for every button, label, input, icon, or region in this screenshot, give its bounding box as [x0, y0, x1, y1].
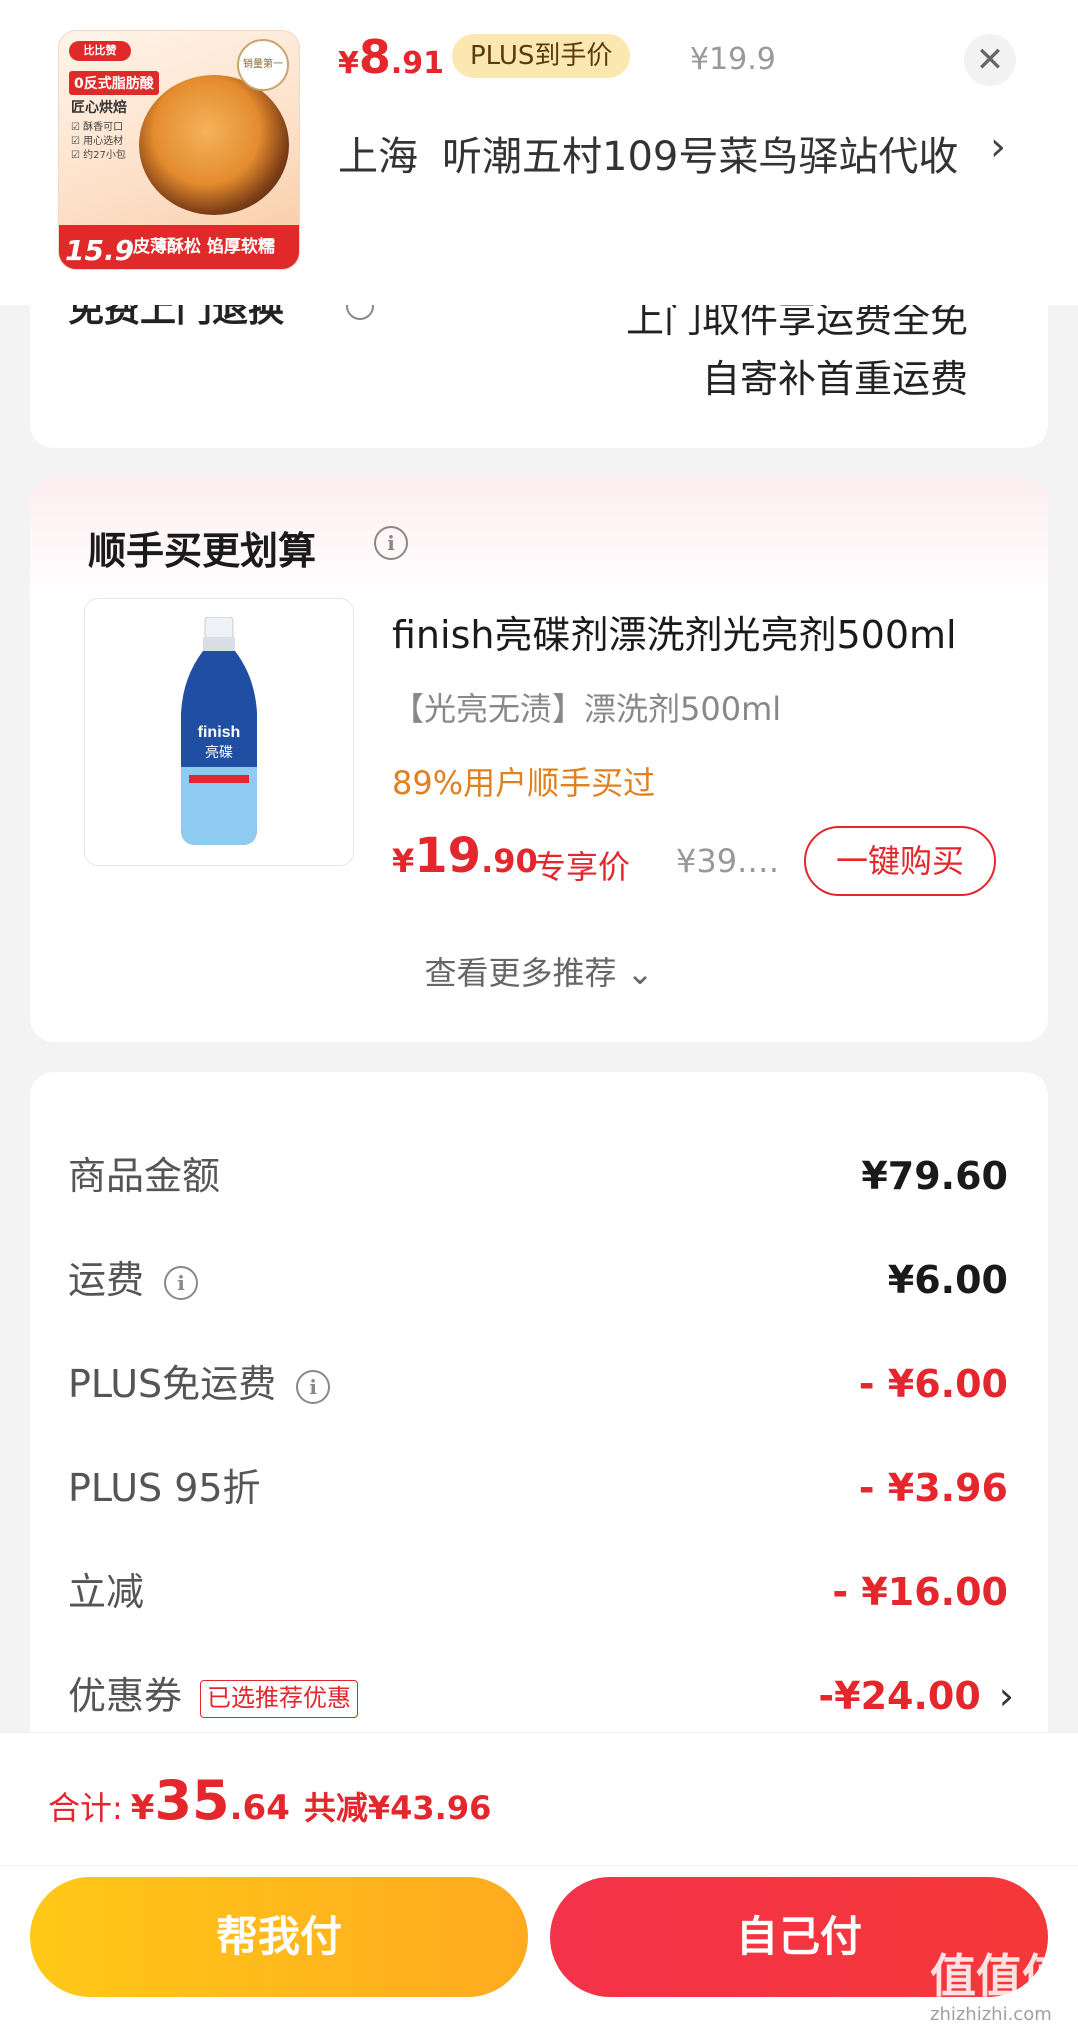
thumb-feature: ☑ 约27小包	[71, 150, 126, 161]
info-icon[interactable]: i	[164, 1265, 199, 1300]
thumb-feature: ☑ 酥香可口	[71, 122, 124, 133]
address-city: 上海	[338, 134, 418, 180]
price-summary-card: 商品金额 ¥79.60 运费 i ¥6.00 PLUS免运费 i - ¥6.00 P…	[30, 1072, 1048, 1772]
row-value: ¥6.00	[887, 1258, 1008, 1302]
row-label: PLUS 95折	[68, 1466, 261, 1510]
row-value: -¥24.00	[818, 1674, 981, 1718]
address-detail: 听潮五村109号菜鸟驿站代收	[442, 134, 959, 180]
close-icon[interactable]: ✕	[964, 34, 1016, 86]
product-original-price: ¥39.…	[676, 842, 780, 880]
watermark-logo: 值值值	[930, 1949, 1068, 2003]
row-value: - ¥3.96	[858, 1466, 1008, 1510]
coupon-selected-tag: 已选推荐优惠	[200, 1679, 359, 1718]
price-decimal: .91	[390, 46, 445, 81]
summary-row-coupon[interactable]: 优惠券 已选推荐优惠 -¥24.00 ›	[68, 1666, 1014, 1726]
currency-symbol: ¥	[338, 46, 359, 81]
bottle-sub: 亮碟	[205, 744, 233, 761]
original-price: ¥19.9	[690, 42, 776, 77]
product-header: 比比赞 0反式脂肪酸 匠心烘焙 ☑ 酥香可口 ☑ 用心选材 ☑ 约27小包 销量…	[0, 0, 1078, 305]
product-price: ¥19.90	[392, 828, 538, 884]
recommend-title: 顺手买更划算	[88, 529, 317, 573]
total-decimal: .64	[229, 1788, 290, 1828]
row-label: PLUS免运费	[68, 1362, 277, 1406]
row-label: 优惠券	[68, 1674, 183, 1718]
info-icon[interactable]: i	[374, 526, 408, 560]
summary-row-plus-free-ship: PLUS免运费 i - ¥6.00	[68, 1354, 1008, 1414]
row-value-wrap: -¥24.00 ›	[818, 1666, 1014, 1726]
finish-bottle-image: finish 亮碟	[181, 617, 257, 845]
chevron-right-icon[interactable]: ›	[990, 124, 1006, 170]
recommend-card: 顺手买更划算 i finish 亮碟 finish亮碟剂漂洗剂光亮剂500ml …	[30, 478, 1048, 1042]
row-label-wrap: 运费 i	[68, 1250, 199, 1310]
price-integer: 19	[414, 828, 482, 884]
see-more-recommendations[interactable]: 查看更多推荐 ⌄	[30, 948, 1048, 994]
product-thumbnail[interactable]: 比比赞 0反式脂肪酸 匠心烘焙 ☑ 酥香可口 ☑ 用心选材 ☑ 约27小包 销量…	[58, 30, 300, 270]
thumb-tag-trans-fat: 0反式脂肪酸	[69, 71, 159, 95]
product-name[interactable]: finish亮碟剂漂洗剂光亮剂500ml	[392, 604, 957, 659]
thumb-feature-list: ☑ 酥香可口 ☑ 用心选材 ☑ 约27小包	[71, 121, 126, 163]
price-integer: 8	[358, 30, 391, 84]
row-label: 立减	[68, 1570, 145, 1614]
currency-symbol: ¥	[130, 1788, 155, 1828]
checkout-bar: 合计: ¥35.64 共减¥43.96 帮我付 自己付	[0, 1732, 1078, 2037]
bottle-brand: finish	[198, 724, 241, 741]
exclusive-price-label: 专享价	[534, 848, 631, 886]
sales-badge: 销量第一	[237, 39, 289, 91]
summary-row-plus-discount: PLUS 95折 - ¥3.96	[68, 1458, 1008, 1518]
price-decimal: .90	[481, 842, 538, 880]
product-spec: 【光亮无渍】漂洗剂500ml	[392, 690, 782, 728]
info-icon[interactable]: i	[296, 1369, 331, 1404]
help-pay-button[interactable]: 帮我付	[30, 1877, 528, 1997]
row-value: - ¥6.00	[858, 1362, 1008, 1406]
one-click-buy-button[interactable]: 一键购买	[804, 826, 996, 896]
row-label: 运费	[68, 1258, 145, 1302]
row-value: ¥79.60	[861, 1154, 1008, 1198]
row-label-wrap: PLUS免运费 i	[68, 1354, 331, 1414]
thumb-feature: ☑ 用心选材	[71, 136, 124, 147]
summary-row-goods: 商品金额 ¥79.60	[68, 1146, 1008, 1206]
thumb-price: 15.9	[65, 234, 135, 267]
product-image[interactable]: finish 亮碟	[84, 598, 354, 866]
chevron-right-icon[interactable]: ›	[999, 1674, 1014, 1718]
currency-symbol: ¥	[392, 842, 415, 880]
divider	[0, 1865, 1078, 1866]
delivery-address[interactable]: 上海 听潮五村109号菜鸟驿站代收	[338, 124, 958, 182]
thumb-tag-craft: 匠心烘焙	[71, 100, 127, 116]
row-label-wrap: 优惠券 已选推荐优惠	[68, 1666, 359, 1726]
summary-row-shipping: 运费 i ¥6.00	[68, 1250, 1008, 1310]
pastry-plate-image	[139, 75, 289, 215]
bought-together-rate: 89%用户顺手买过	[392, 764, 656, 802]
brand-logo: 比比赞	[69, 41, 131, 61]
watermark-url: zhizhizhi.com	[930, 2004, 1052, 2025]
order-total: 合计: ¥35.64 共减¥43.96	[48, 1769, 491, 1832]
row-value: - ¥16.00	[832, 1570, 1008, 1614]
total-integer: 35	[154, 1769, 230, 1832]
service-line-self-ship: 自寄补首重运费	[701, 357, 968, 401]
total-label: 合计:	[48, 1789, 123, 1827]
row-label: 商品金额	[68, 1154, 221, 1198]
summary-row-instant-discount: 立减 - ¥16.00	[68, 1562, 1008, 1622]
total-saved: 共减¥43.96	[303, 1789, 492, 1827]
final-price: ¥8.91	[338, 30, 444, 84]
plus-price-badge: PLUS到手价	[452, 34, 631, 78]
